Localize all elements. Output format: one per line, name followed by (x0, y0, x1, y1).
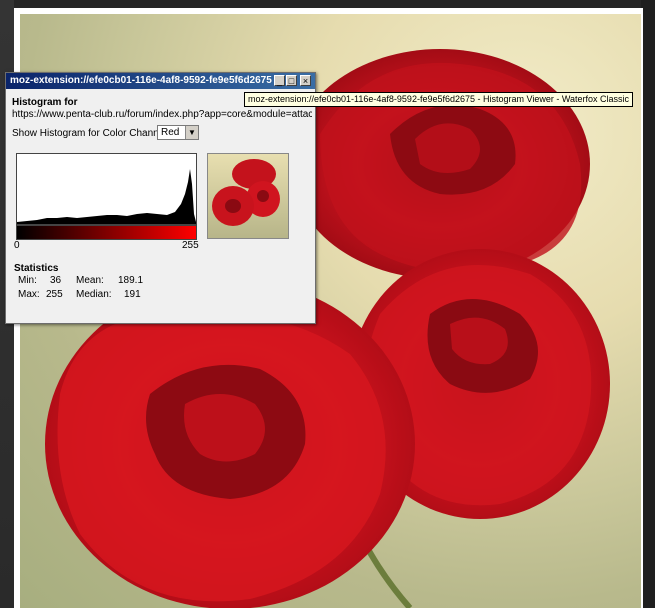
image-url: https://www.penta-club.ru/forum/index.ph… (12, 109, 312, 120)
channel-label: Show Histogram for Color Channel: (12, 128, 170, 139)
axis-min-label: 0 (14, 240, 20, 251)
statistics-heading: Statistics (14, 263, 59, 274)
window-title: moz-extension://efe0cb01-116e-4af8-9592-… (10, 75, 272, 86)
stat-median-value: 191 (124, 289, 141, 300)
stat-min-label: Min: (18, 275, 37, 286)
window-titlebar[interactable]: moz-extension://efe0cb01-116e-4af8-9592-… (6, 73, 315, 89)
histogram-curve (17, 169, 196, 224)
stat-mean-label: Mean: (76, 275, 104, 286)
stat-max-label: Max: (18, 289, 40, 300)
desktop-right (641, 0, 655, 608)
stat-mean-value: 189.1 (118, 275, 144, 286)
axis-max-label: 255 (182, 240, 199, 251)
color-gradient-bar (16, 225, 197, 240)
close-icon[interactable]: × (300, 75, 311, 86)
histogram-window[interactable]: moz-extension://efe0cb01-116e-4af8-9592-… (5, 72, 316, 324)
histogram-plot (16, 153, 197, 225)
image-thumbnail (207, 153, 289, 239)
histogram-heading: Histogram for (12, 97, 78, 108)
dropdown-arrow-icon[interactable]: ▼ (185, 126, 198, 139)
maximize-icon[interactable]: □ (286, 75, 297, 86)
stat-min-value: 36 (50, 275, 62, 286)
title-tooltip: moz-extension://efe0cb01-116e-4af8-9592-… (244, 92, 634, 107)
minimize-icon[interactable]: _ (274, 75, 285, 86)
channel-value: Red (161, 127, 180, 138)
channel-select[interactable]: Red ▼ (157, 125, 199, 140)
stat-median-label: Median: (76, 289, 112, 300)
stat-max-value: 255 (46, 289, 63, 300)
